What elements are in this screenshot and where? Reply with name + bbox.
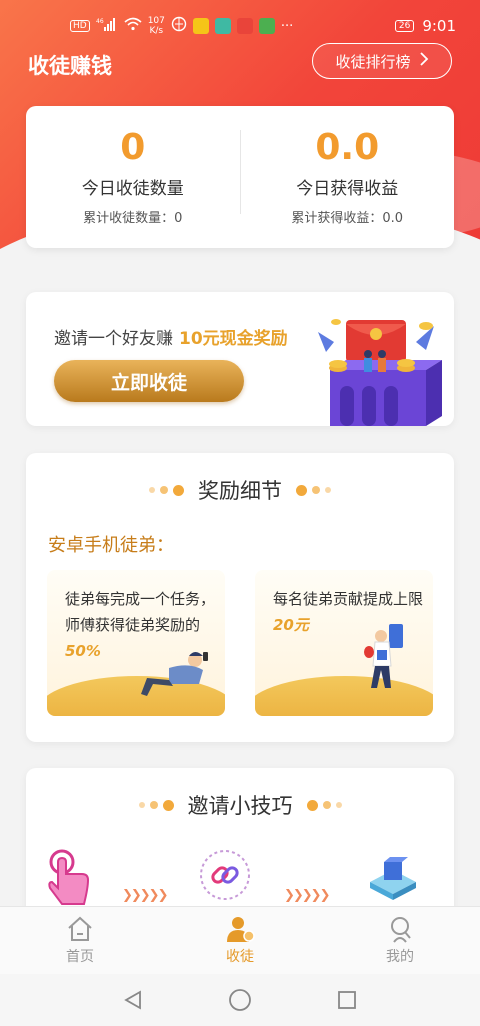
today-disciples-label: 今日收徒数量 — [81, 179, 184, 199]
today-disciples-stat: 0 今日收徒数量 累计收徒数量：0 — [26, 106, 240, 248]
back-icon[interactable] — [122, 989, 144, 1011]
signal-label: 46 — [96, 18, 104, 25]
invite-text-main: 邀请一个好友赚 — [54, 329, 173, 349]
stats-card: 0 今日收徒数量 累计收徒数量：0 0.0 今日获得收益 累计获得收益：0.0 — [26, 106, 454, 248]
home-circle-icon[interactable] — [228, 988, 252, 1012]
android-disciple-heading: 安卓手机徒弟： — [48, 535, 174, 556]
invite-now-button[interactable]: 立即收徒 — [54, 360, 244, 402]
app-notification-icon — [258, 18, 275, 34]
signal-icon: 46 — [96, 17, 118, 35]
total-disciples: 累计收徒数量：0 — [83, 211, 183, 226]
hd-badge: HD — [70, 20, 90, 32]
tab-label: 收徒 — [226, 949, 254, 965]
recents-icon[interactable] — [336, 989, 358, 1011]
reward-tile-description: 每名徒弟贡献提成上限 — [273, 590, 424, 608]
profile-icon — [391, 917, 411, 943]
tab-label: 我的 — [386, 949, 414, 965]
chevrons-icon: ❯❯❯❯❯ — [122, 888, 168, 903]
red-envelope-illustration — [316, 312, 446, 426]
reward-percent: 50% — [65, 642, 101, 660]
today-income-label: 今日获得收益 — [296, 179, 399, 199]
decorative-dots — [306, 799, 342, 811]
invite-reward-highlight: 10元现金奖励 — [179, 329, 288, 349]
home-icon — [68, 916, 92, 941]
system-navigation-bar — [0, 974, 480, 1026]
today-income-value: 0.0 — [315, 127, 380, 168]
app-notification-icon — [214, 18, 231, 34]
invite-tips-title: 邀请小技巧 — [187, 794, 293, 818]
decorative-dots — [149, 484, 184, 496]
link-icon — [200, 850, 250, 900]
chevrons-icon: ❯❯❯❯❯ — [284, 888, 330, 903]
app-notification-icon — [192, 18, 209, 34]
battery-icon: 26 — [394, 20, 415, 32]
leaderboard-button-label: 收徒排行榜 — [335, 52, 411, 71]
tap-hand-icon — [48, 849, 90, 905]
net-speed-unit: K/s — [149, 26, 164, 36]
today-disciples-value: 0 — [120, 127, 146, 168]
tab-disciples[interactable]: 收徒 — [160, 907, 320, 974]
clock: 9:01 — [422, 17, 456, 35]
leaderboard-button[interactable]: 收徒排行榜 — [312, 43, 452, 79]
net-speed: 107 K/s — [148, 16, 165, 36]
decorative-dots — [296, 484, 331, 496]
disciple-icon — [227, 917, 255, 942]
phone-person-illustration — [364, 624, 403, 688]
app-notification-icon — [236, 18, 253, 34]
decorative-dots — [138, 799, 174, 811]
page-title: 收徒赚钱 — [28, 54, 112, 78]
reward-tile-percent: 徒弟每完成一个任务，师傅获得徒弟奖励的 50% — [47, 570, 225, 716]
tab-profile[interactable]: 我的 — [320, 907, 480, 974]
reward-details-card: 奖励细节 安卓手机徒弟： 徒弟每完成一个任务，师傅获得徒弟奖励的 50% 每名徒弟… — [26, 453, 454, 742]
invite-text: 邀请一个好友赚 10元现金奖励 — [54, 324, 288, 349]
relaxing-person-illustration — [141, 652, 208, 696]
reward-details-title: 奖励细节 — [198, 479, 282, 503]
chevron-right-icon — [419, 51, 429, 71]
wifi-icon — [124, 17, 142, 35]
tab-home[interactable]: 首页 — [0, 907, 160, 974]
reward-cap-amount: 20元 — [273, 616, 309, 634]
reward-tile-cap: 每名徒弟贡献提成上限 20元 — [255, 570, 433, 716]
bottom-tab-bar: 首页 收徒 我的 — [0, 906, 480, 974]
net-speed-value: 107 — [147, 16, 165, 26]
invite-banner: 邀请一个好友赚 10元现金奖励 立即收徒 — [26, 292, 454, 426]
reward-details-header: 奖励细节 — [26, 475, 454, 505]
browser-app-icon — [171, 16, 187, 36]
more-notifications-icon: ··· — [280, 18, 294, 34]
invite-tips-header: 邀请小技巧 — [26, 790, 454, 820]
reward-tile-description: 徒弟每完成一个任务，师傅获得徒弟奖励的 — [65, 590, 216, 634]
today-income-stat: 0.0 今日获得收益 累计获得收益：0.0 — [241, 106, 455, 248]
total-income: 累计获得收益：0.0 — [291, 211, 404, 226]
tab-label: 首页 — [66, 949, 94, 965]
cube-stack-icon — [370, 857, 416, 900]
